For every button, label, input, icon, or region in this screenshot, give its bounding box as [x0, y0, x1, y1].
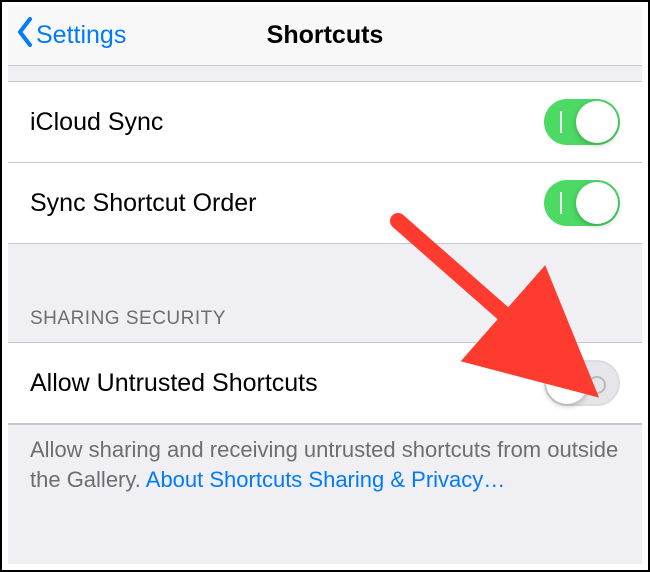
toggle-knob [576, 101, 618, 143]
toggle-knob [576, 182, 618, 224]
section-header-sharing-security: SHARING SECURITY [8, 308, 642, 343]
label-icloud-sync: iCloud Sync [30, 108, 163, 137]
toggle-icloud-sync[interactable] [544, 99, 620, 145]
back-label: Settings [36, 21, 126, 50]
spacer [8, 244, 642, 308]
back-button[interactable]: Settings [8, 17, 126, 54]
link-about-privacy[interactable]: About Shortcuts Sharing & Privacy… [146, 467, 506, 492]
settings-screen: Settings Shortcuts iCloud Sync Sync Shor… [8, 6, 642, 564]
label-sync-order: Sync Shortcut Order [30, 189, 256, 218]
spacer [8, 66, 642, 82]
row-icloud-sync: iCloud Sync [8, 82, 642, 163]
toggle-knob [546, 362, 588, 404]
chevron-left-icon [16, 17, 34, 54]
label-allow-untrusted: Allow Untrusted Shortcuts [30, 369, 318, 398]
toggle-allow-untrusted[interactable] [544, 360, 620, 406]
row-allow-untrusted: Allow Untrusted Shortcuts [8, 343, 642, 424]
navbar: Settings Shortcuts [8, 6, 642, 66]
row-sync-order: Sync Shortcut Order [8, 163, 642, 244]
section-footer: Allow sharing and receiving untrusted sh… [8, 424, 642, 510]
toggle-sync-order[interactable] [544, 180, 620, 226]
